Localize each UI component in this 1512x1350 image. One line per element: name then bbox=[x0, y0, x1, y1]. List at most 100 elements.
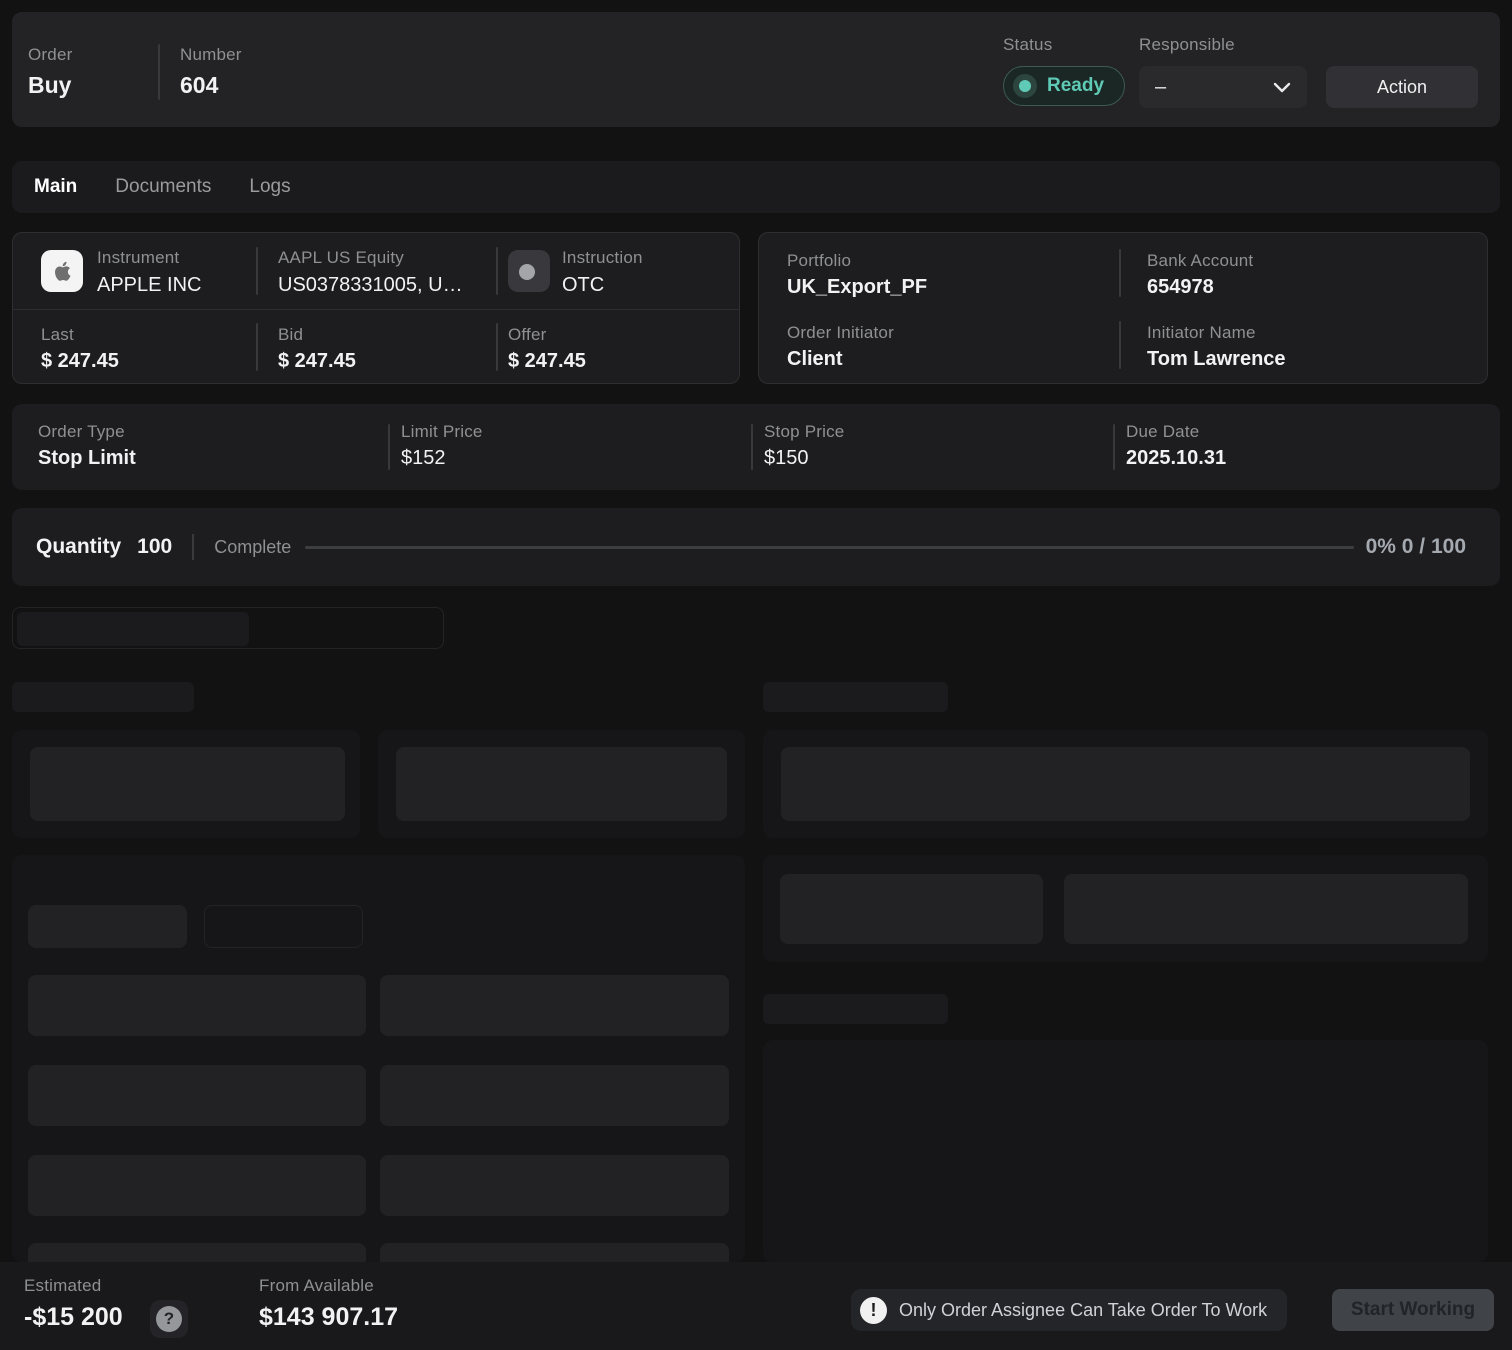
skeleton-label bbox=[763, 994, 948, 1024]
limit-price-value: $152 bbox=[401, 447, 483, 470]
order-side-value: Buy bbox=[28, 72, 72, 99]
start-working-label: Start Working bbox=[1351, 1299, 1475, 1321]
status-value: Ready bbox=[1047, 75, 1104, 97]
cell-divider bbox=[256, 323, 258, 371]
tab-documents[interactable]: Documents bbox=[115, 176, 211, 198]
portfolio-card: Portfolio UK_Export_PF Bank Account 6549… bbox=[758, 232, 1488, 384]
chevron-down-icon bbox=[1273, 82, 1291, 93]
last-price-field: Last $ 247.45 bbox=[41, 325, 119, 373]
stop-price-value: $150 bbox=[764, 447, 844, 470]
skeleton-label bbox=[12, 682, 194, 712]
order-params-card: Order Type Stop Limit Limit Price $152 S… bbox=[12, 404, 1500, 490]
instruction-field: Instruction OTC bbox=[562, 248, 643, 297]
skeleton-block bbox=[28, 975, 366, 1036]
equity-label: AAPL US Equity bbox=[278, 248, 463, 268]
order-initiator-field: Order Initiator Client bbox=[787, 323, 894, 371]
tab-logs[interactable]: Logs bbox=[249, 176, 290, 198]
cell-divider bbox=[388, 424, 390, 470]
bank-account-value: 654978 bbox=[1147, 276, 1253, 299]
order-type-field: Order Type Stop Limit bbox=[38, 422, 136, 470]
quantity-card: Quantity 100 Complete 0% 0 / 100 bbox=[12, 508, 1500, 586]
skeleton-block bbox=[30, 747, 345, 821]
cell-divider bbox=[1113, 424, 1115, 470]
due-date-value: 2025.10.31 bbox=[1126, 447, 1226, 470]
skeleton-block bbox=[380, 975, 729, 1036]
quantity-value: 100 bbox=[137, 535, 172, 559]
status-dot-icon bbox=[1019, 80, 1031, 92]
skeleton-block bbox=[396, 747, 727, 821]
action-button-label: Action bbox=[1377, 77, 1427, 98]
cell-divider bbox=[1119, 321, 1121, 369]
skeleton-segment bbox=[17, 612, 249, 646]
status-label: Status bbox=[1003, 35, 1052, 55]
initiator-name-field: Initiator Name Tom Lawrence bbox=[1147, 323, 1286, 371]
order-type-value: Stop Limit bbox=[38, 447, 136, 470]
last-label: Last bbox=[41, 325, 119, 345]
instruction-dot-icon bbox=[519, 264, 535, 280]
order-initiator-label: Order Initiator bbox=[787, 323, 894, 343]
responsible-select[interactable]: – bbox=[1139, 66, 1307, 108]
skeleton-block bbox=[780, 874, 1043, 944]
tab-main[interactable]: Main bbox=[34, 176, 77, 198]
instrument-value: APPLE INC bbox=[97, 274, 201, 297]
skeleton-block bbox=[781, 747, 1470, 821]
skeleton-panel bbox=[763, 1040, 1488, 1262]
from-available-value: $143 907.17 bbox=[259, 1303, 398, 1332]
skeleton-card bbox=[763, 855, 1488, 962]
cell-divider bbox=[1119, 249, 1121, 297]
order-number-label: Number bbox=[180, 45, 242, 65]
equity-value: US0378331005, U… bbox=[278, 274, 463, 297]
order-type-label: Order Type bbox=[38, 422, 136, 442]
order-side-field: Order Buy bbox=[28, 45, 72, 99]
alert-icon: ! bbox=[860, 1297, 887, 1324]
action-button[interactable]: Action bbox=[1326, 66, 1478, 108]
apple-glyph bbox=[48, 257, 76, 285]
portfolio-field: Portfolio UK_Export_PF bbox=[787, 251, 927, 299]
cell-divider bbox=[496, 323, 498, 371]
offer-value: $ 247.45 bbox=[508, 350, 586, 373]
progress-text: 0% 0 / 100 bbox=[1366, 535, 1466, 559]
header-divider bbox=[158, 44, 160, 100]
due-date-field: Due Date 2025.10.31 bbox=[1126, 422, 1226, 470]
stop-price-label: Stop Price bbox=[764, 422, 844, 442]
card-row-divider bbox=[13, 309, 739, 310]
skeleton-block bbox=[380, 1155, 729, 1216]
from-available-label: From Available bbox=[259, 1276, 374, 1296]
help-icon[interactable]: ? bbox=[150, 1300, 188, 1338]
bid-value: $ 247.45 bbox=[278, 350, 356, 373]
bid-price-field: Bid $ 247.45 bbox=[278, 325, 356, 373]
skeleton-block bbox=[380, 1065, 729, 1126]
quantity-divider bbox=[192, 534, 194, 560]
instruction-label: Instruction bbox=[562, 248, 643, 268]
tab-bar: Main Documents Logs bbox=[12, 161, 1500, 213]
equity-field: AAPL US Equity US0378331005, U… bbox=[278, 248, 463, 297]
assignee-notice-text: Only Order Assignee Can Take Order To Wo… bbox=[899, 1300, 1267, 1321]
instruction-value: OTC bbox=[562, 274, 643, 297]
estimated-label: Estimated bbox=[24, 1276, 101, 1296]
order-number-field: Number 604 bbox=[180, 45, 242, 99]
start-working-button[interactable]: Start Working bbox=[1332, 1289, 1494, 1331]
bank-account-label: Bank Account bbox=[1147, 251, 1253, 271]
order-number-value: 604 bbox=[180, 72, 242, 99]
responsible-label: Responsible bbox=[1139, 35, 1235, 55]
limit-price-field: Limit Price $152 bbox=[401, 422, 483, 470]
order-header: Order Buy Number 604 Status Ready Respon… bbox=[12, 12, 1500, 127]
assignee-notice: ! Only Order Assignee Can Take Order To … bbox=[851, 1289, 1287, 1331]
initiator-name-value: Tom Lawrence bbox=[1147, 348, 1286, 371]
skeleton-block bbox=[1064, 874, 1468, 944]
portfolio-value: UK_Export_PF bbox=[787, 276, 927, 299]
estimated-value: -$15 200 bbox=[24, 1303, 123, 1332]
status-dot-ring bbox=[1013, 74, 1037, 98]
instrument-label: Instrument bbox=[97, 248, 201, 268]
offer-price-field: Offer $ 247.45 bbox=[508, 325, 586, 373]
initiator-name-label: Initiator Name bbox=[1147, 323, 1286, 343]
skeleton-block bbox=[28, 1155, 366, 1216]
portfolio-label: Portfolio bbox=[787, 251, 927, 271]
order-initiator-value: Client bbox=[787, 348, 894, 371]
apple-logo-icon bbox=[41, 250, 83, 292]
skeleton-outline-block bbox=[204, 905, 363, 948]
skeleton-panel bbox=[12, 855, 745, 1262]
cell-divider bbox=[751, 424, 753, 470]
instruction-icon bbox=[508, 250, 550, 292]
skeleton-block bbox=[28, 1065, 366, 1126]
